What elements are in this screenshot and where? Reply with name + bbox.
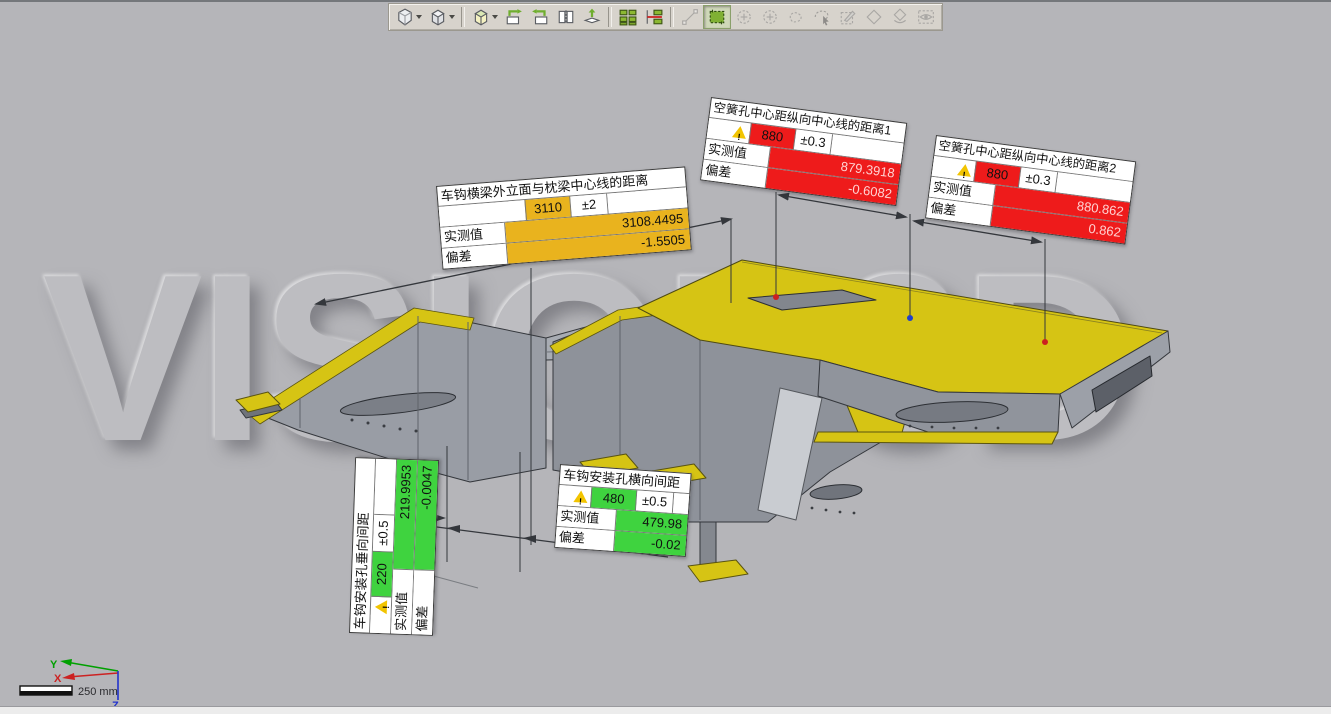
rotate-right-icon <box>531 8 549 26</box>
shaded-sphere-icon <box>396 8 414 26</box>
deviation-value: -0.02 <box>614 531 686 556</box>
anchor-point-red-1 <box>773 294 779 300</box>
dropdown-caret-icon <box>449 15 455 19</box>
dropdown-caret-icon <box>492 15 498 19</box>
polygon-select-fill-icon <box>891 8 909 26</box>
deviation-value: -0.0047 <box>414 460 438 570</box>
status-bar-edge <box>0 706 1331 714</box>
deviation-label: 偏差 <box>412 569 434 635</box>
anchor-point-red-2 <box>1042 339 1048 345</box>
rectangle-select-icon <box>708 8 726 26</box>
warning-icon <box>573 490 589 504</box>
brush-select-icon <box>839 8 857 26</box>
pick-select-button[interactable] <box>809 6 835 28</box>
measured-label: 实测值 <box>391 569 413 635</box>
view-cube-icon <box>472 8 490 26</box>
view-orientation-cube-button[interactable] <box>468 6 501 28</box>
annotation-coupler-hole-vertical-spacing[interactable]: 车钩安装孔垂向间距 220 ±0.5 实测值 219.9953 偏差 -0.00… <box>349 457 439 636</box>
rotate-left-icon <box>505 8 523 26</box>
rectangle-select-button[interactable] <box>703 5 731 29</box>
circle-select-add-icon <box>735 8 753 26</box>
polygon-select-fill-button[interactable] <box>887 6 913 28</box>
lift-view-button[interactable] <box>579 6 605 28</box>
pick-select-cursor-icon <box>813 8 831 26</box>
shaded-cube-button[interactable] <box>425 6 458 28</box>
circle-select-add-2-button[interactable] <box>757 6 783 28</box>
split-view-button[interactable] <box>553 6 579 28</box>
axis-x-label: X <box>54 673 62 685</box>
deviation-label: 偏差 <box>555 527 615 551</box>
tolerance-value: ±0.5 <box>636 490 674 513</box>
tile-windows-grid-button[interactable] <box>615 6 641 28</box>
window-top-edge <box>0 0 1331 2</box>
nominal-value: 3110 <box>524 197 571 221</box>
tile-grid-icon <box>619 8 637 26</box>
axis-y-label: Y <box>50 659 58 671</box>
shaded-cube-icon <box>429 8 447 26</box>
dropdown-caret-icon <box>416 15 422 19</box>
nominal-value: 220 <box>371 551 393 598</box>
deviation-label: 偏差 <box>442 244 508 269</box>
view-toolbar <box>388 3 943 31</box>
circle-select-add-button[interactable] <box>731 6 757 28</box>
brush-select-button[interactable] <box>835 6 861 28</box>
measured-value: 219.9953 <box>393 460 417 570</box>
polygon-select-icon <box>865 8 883 26</box>
warning-icon <box>957 163 974 178</box>
toolbar-separator <box>461 7 465 27</box>
measure-line-icon <box>681 8 699 26</box>
model-viewport[interactable]: Y X Z 250 mm <box>0 0 1331 714</box>
tolerance-value: ±0.5 <box>373 514 394 552</box>
tile-horizontal-icon <box>645 8 663 26</box>
lasso-select-icon <box>787 8 805 26</box>
warning-icon <box>732 125 749 140</box>
eye-icon <box>917 8 935 26</box>
split-view-icon <box>557 8 575 26</box>
annotation-coupler-hole-lateral-spacing[interactable]: 车钩安装孔横向间距 480 ±0.5 实测值 479.98 偏差 -0.02 <box>554 464 692 557</box>
lasso-select-button[interactable] <box>783 6 809 28</box>
lift-view-icon <box>583 8 601 26</box>
polygon-select-button[interactable] <box>861 6 887 28</box>
nominal-value: 480 <box>590 487 637 510</box>
scale-bar-label: 250 mm <box>78 686 118 698</box>
circle-select-add-2-icon <box>761 8 779 26</box>
warning-icon <box>374 599 388 614</box>
rotate-view-left-button[interactable] <box>501 6 527 28</box>
show-hide-selection-button[interactable] <box>913 6 939 28</box>
measured-label: 实测值 <box>557 506 617 530</box>
tile-windows-horizontal-button[interactable] <box>641 6 667 28</box>
shaded-sphere-button[interactable] <box>392 6 425 28</box>
toolbar-separator <box>670 7 674 27</box>
rotate-view-right-button[interactable] <box>527 6 553 28</box>
anchor-point-blue <box>907 315 913 321</box>
tolerance-value: ±2 <box>570 194 608 217</box>
scale-bar: 250 mm <box>20 686 118 698</box>
measure-line-button[interactable] <box>677 6 703 28</box>
toolbar-separator <box>608 7 612 27</box>
